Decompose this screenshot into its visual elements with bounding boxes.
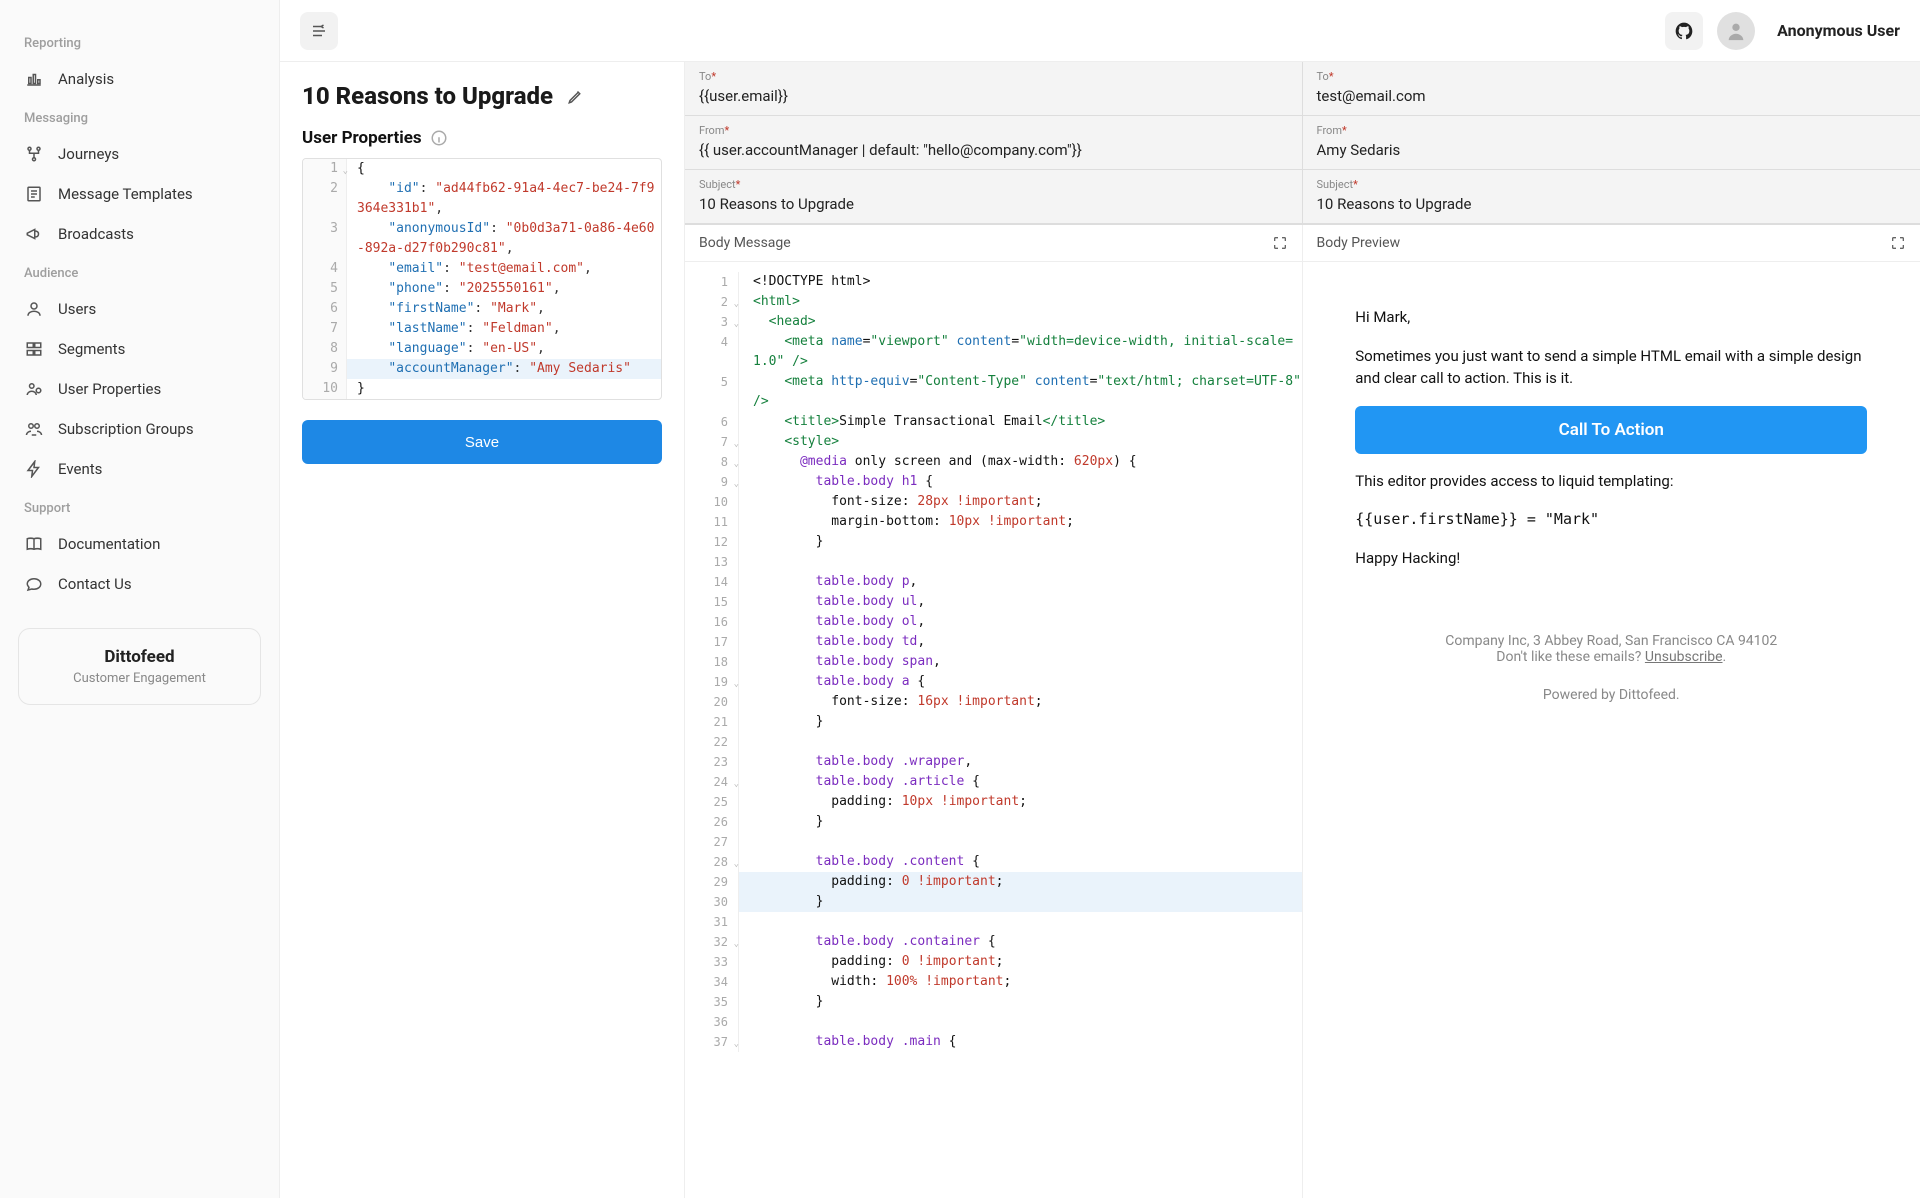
from-value-left: {{ user.accountManager | default: "hello…: [699, 141, 1288, 159]
body-preview-header: Body Preview: [1303, 225, 1920, 261]
preview-greeting: Hi Mark,: [1355, 306, 1867, 329]
nav-section-support: Support: [24, 501, 261, 516]
expand-body-message-icon[interactable]: [1272, 235, 1288, 251]
to-value-left: {{user.email}}: [699, 87, 1288, 105]
email-header-grid: To* {{user.email}} To* test@email.com Fr…: [685, 62, 1920, 225]
subject-value-right: 10 Reasons to Upgrade: [1317, 195, 1907, 213]
nav-item-contact-us[interactable]: Contact Us: [18, 564, 261, 604]
nav-item-events[interactable]: Events: [18, 449, 261, 489]
subject-value-left: 10 Reasons to Upgrade: [699, 195, 1288, 213]
nav-item-label: Message Templates: [58, 185, 193, 203]
journey-icon: [24, 144, 44, 164]
preview-unsubscribe-link[interactable]: Unsubscribe: [1645, 649, 1723, 665]
segments-icon: [24, 339, 44, 359]
preview-footer: Company Inc, 3 Abbey Road, San Francisco…: [1323, 633, 1901, 665]
nav-item-documentation[interactable]: Documentation: [18, 524, 261, 564]
preview-footer-company: Company Inc, 3 Abbey Road, San Francisco…: [1323, 633, 1901, 649]
subject-field-left[interactable]: Subject* 10 Reasons to Upgrade: [685, 170, 1303, 224]
preview-powered-by: Powered by Dittofeed.: [1323, 687, 1901, 703]
nav-item-journeys[interactable]: Journeys: [18, 134, 261, 174]
preview-closing: Happy Hacking!: [1355, 547, 1867, 570]
nav-item-label: Analysis: [58, 70, 114, 88]
nav-item-message-templates[interactable]: Message Templates: [18, 174, 261, 214]
body-preview-pane: Hi Mark, Sometimes you just want to send…: [1303, 262, 1920, 1198]
preview-intro: Sometimes you just want to send a simple…: [1355, 345, 1867, 390]
body-message-header: Body Message: [685, 225, 1303, 261]
nav-item-label: Journeys: [58, 145, 119, 163]
brand-card: Dittofeed Customer Engagement: [18, 628, 261, 705]
save-button[interactable]: Save: [302, 420, 662, 464]
edit-title-icon[interactable]: [567, 87, 585, 105]
user-icon: [24, 299, 44, 319]
nav-item-label: Subscription Groups: [58, 420, 194, 438]
user-properties-heading: User Properties: [302, 128, 422, 148]
preview-footer-unsub-lead: Don't like these emails?: [1496, 649, 1645, 665]
nav-section-messaging: Messaging: [24, 111, 261, 126]
nav-item-broadcasts[interactable]: Broadcasts: [18, 214, 261, 254]
nav-item-label: Contact Us: [58, 575, 132, 593]
nav-item-analysis[interactable]: Analysis: [18, 59, 261, 99]
bar-chart-icon: [24, 69, 44, 89]
from-value-right: Amy Sedaris: [1317, 141, 1907, 159]
brand-title: Dittofeed: [37, 647, 242, 667]
nav-item-label: Segments: [58, 340, 125, 358]
body-message-editor[interactable]: 1<!DOCTYPE html>2⌄<html>3⌄ <head>4 <meta…: [685, 262, 1303, 1198]
github-link[interactable]: [1665, 12, 1703, 50]
page-title: 10 Reasons to Upgrade: [302, 82, 553, 110]
nav-item-label: Events: [58, 460, 102, 478]
to-value-right: test@email.com: [1317, 87, 1907, 105]
nav-item-label: Users: [58, 300, 96, 318]
user-properties-icon: [24, 379, 44, 399]
nav-item-subscription-groups[interactable]: Subscription Groups: [18, 409, 261, 449]
user-avatar[interactable]: [1717, 12, 1755, 50]
sidebar: Reporting Analysis Messaging Journeys Me…: [0, 0, 280, 1198]
expand-body-preview-icon[interactable]: [1890, 235, 1906, 251]
username-label: Anonymous User: [1777, 21, 1900, 40]
left-panel: 10 Reasons to Upgrade User Properties 1⌄…: [280, 62, 685, 1198]
groups-icon: [24, 419, 44, 439]
nav-item-segments[interactable]: Segments: [18, 329, 261, 369]
topbar: Anonymous User: [280, 0, 1920, 62]
megaphone-icon: [24, 224, 44, 244]
brand-subtitle: Customer Engagement: [37, 671, 242, 686]
nav-item-label: Broadcasts: [58, 225, 134, 243]
nav-item-user-properties[interactable]: User Properties: [18, 369, 261, 409]
nav-section-audience: Audience: [24, 266, 261, 281]
preview-cta-button[interactable]: Call To Action: [1355, 406, 1867, 454]
subject-field-right: Subject* 10 Reasons to Upgrade: [1303, 170, 1920, 224]
nav-item-label: User Properties: [58, 380, 161, 398]
from-field-right: From* Amy Sedaris: [1303, 116, 1920, 170]
nav-item-label: Documentation: [58, 535, 160, 553]
toggle-sidebar-button[interactable]: [300, 12, 338, 50]
to-field-left[interactable]: To* {{user.email}}: [685, 62, 1303, 116]
book-icon: [24, 534, 44, 554]
user-properties-editor[interactable]: 1⌄{2 "id": "ad44fb62-91a4-4ec7-be24-7f93…: [302, 158, 662, 400]
nav-section-reporting: Reporting: [24, 36, 261, 51]
nav-item-users[interactable]: Users: [18, 289, 261, 329]
preview-liquid-note: This editor provides access to liquid te…: [1355, 470, 1867, 493]
preview-liquid-example: {{user.firstName}} = "Mark": [1355, 508, 1867, 531]
lightning-icon: [24, 459, 44, 479]
info-icon[interactable]: [430, 129, 448, 147]
to-field-right: To* test@email.com: [1303, 62, 1920, 116]
chat-icon: [24, 574, 44, 594]
template-icon: [24, 184, 44, 204]
from-field-left[interactable]: From* {{ user.accountManager | default: …: [685, 116, 1303, 170]
